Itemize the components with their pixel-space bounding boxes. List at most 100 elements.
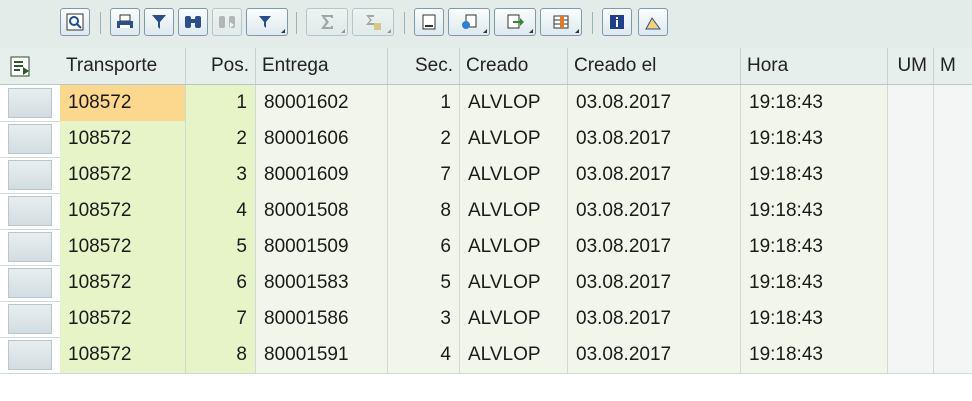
subtotal-button[interactable] — [352, 8, 394, 36]
cell-pos[interactable]: 7 — [186, 301, 256, 337]
col-header-transporte[interactable]: Transporte — [60, 48, 186, 84]
col-header-creado[interactable]: Creado — [460, 48, 568, 84]
select-all-icon[interactable] — [10, 56, 32, 78]
cell-entrega[interactable]: 80001583 — [256, 265, 388, 301]
cell-um[interactable] — [888, 301, 934, 337]
cell-um[interactable] — [888, 229, 934, 265]
col-header-entrega[interactable]: Entrega — [256, 48, 388, 84]
cell-pos[interactable]: 4 — [186, 193, 256, 229]
cell-sec[interactable]: 7 — [388, 157, 460, 193]
cell-transporte[interactable]: 108572 — [60, 301, 186, 337]
cell-hora[interactable]: 19:18:43 — [741, 157, 888, 193]
cell-creado-el[interactable]: 03.08.2017 — [568, 301, 741, 337]
views-button[interactable] — [448, 8, 490, 36]
cell-creado[interactable]: ALVLOP — [460, 85, 568, 121]
col-header-sec[interactable]: Sec. — [388, 48, 460, 84]
cell-um[interactable] — [888, 337, 934, 373]
cell-entrega[interactable]: 80001591 — [256, 337, 388, 373]
cell-pos[interactable]: 2 — [186, 121, 256, 157]
cell-creado[interactable]: ALVLOP — [460, 265, 568, 301]
cell-um[interactable] — [888, 121, 934, 157]
cell-m[interactable] — [934, 85, 972, 121]
cell-hora[interactable]: 19:18:43 — [741, 301, 888, 337]
cell-sec[interactable]: 8 — [388, 193, 460, 229]
find-button[interactable] — [178, 8, 208, 36]
cell-hora[interactable]: 19:18:43 — [741, 229, 888, 265]
row-selector[interactable] — [8, 124, 52, 154]
cell-creado[interactable]: ALVLOP — [460, 337, 568, 373]
cell-creado[interactable]: ALVLOP — [460, 193, 568, 229]
cell-creado-el[interactable]: 03.08.2017 — [568, 157, 741, 193]
cell-um[interactable] — [888, 193, 934, 229]
cell-pos[interactable]: 5 — [186, 229, 256, 265]
row-selector[interactable] — [8, 160, 52, 190]
cell-entrega[interactable]: 80001508 — [256, 193, 388, 229]
cell-hora[interactable]: 19:18:43 — [741, 121, 888, 157]
cell-creado[interactable]: ALVLOP — [460, 157, 568, 193]
find-next-button[interactable] — [212, 8, 242, 36]
cell-m[interactable] — [934, 301, 972, 337]
cell-creado[interactable]: ALVLOP — [460, 229, 568, 265]
cell-m[interactable] — [934, 157, 972, 193]
cell-creado-el[interactable]: 03.08.2017 — [568, 85, 741, 121]
export-button[interactable] — [494, 8, 536, 36]
cell-transporte[interactable]: 108572 — [60, 85, 186, 121]
cell-creado[interactable]: ALVLOP — [460, 121, 568, 157]
cell-um[interactable] — [888, 157, 934, 193]
cell-pos[interactable]: 8 — [186, 337, 256, 373]
cell-hora[interactable]: 19:18:43 — [741, 337, 888, 373]
cell-pos[interactable]: 6 — [186, 265, 256, 301]
cell-transporte[interactable]: 108572 — [60, 193, 186, 229]
cell-sec[interactable]: 1 — [388, 85, 460, 121]
col-header-um[interactable]: UM — [888, 48, 934, 84]
cell-m[interactable] — [934, 121, 972, 157]
cell-um[interactable] — [888, 85, 934, 121]
row-selector[interactable] — [8, 196, 52, 226]
print-button[interactable] — [414, 8, 444, 36]
cell-hora[interactable]: 19:18:43 — [741, 265, 888, 301]
cell-entrega[interactable]: 80001586 — [256, 301, 388, 337]
cell-pos[interactable]: 3 — [186, 157, 256, 193]
cell-m[interactable] — [934, 265, 972, 301]
row-selector[interactable] — [8, 304, 52, 334]
cell-entrega[interactable]: 80001509 — [256, 229, 388, 265]
cell-sec[interactable]: 2 — [388, 121, 460, 157]
layout-button[interactable] — [540, 8, 582, 36]
cell-sec[interactable]: 5 — [388, 265, 460, 301]
row-selector[interactable] — [8, 88, 52, 118]
total-button[interactable] — [306, 8, 348, 36]
row-selector[interactable] — [8, 268, 52, 298]
col-header-hora[interactable]: Hora — [741, 48, 888, 84]
cell-creado-el[interactable]: 03.08.2017 — [568, 193, 741, 229]
col-header-pos[interactable]: Pos. — [186, 48, 256, 84]
print-preview-button[interactable] — [110, 8, 140, 36]
cell-transporte[interactable]: 108572 — [60, 157, 186, 193]
cell-sec[interactable]: 3 — [388, 301, 460, 337]
graphic-button[interactable] — [638, 8, 668, 36]
cell-creado[interactable]: ALVLOP — [460, 301, 568, 337]
cell-m[interactable] — [934, 229, 972, 265]
cell-m[interactable] — [934, 337, 972, 373]
row-selector[interactable] — [8, 232, 52, 262]
cell-transporte[interactable]: 108572 — [60, 337, 186, 373]
cell-sec[interactable]: 6 — [388, 229, 460, 265]
row-selector[interactable] — [8, 340, 52, 370]
col-header-m[interactable]: M — [934, 48, 972, 84]
cell-creado-el[interactable]: 03.08.2017 — [568, 229, 741, 265]
cell-pos[interactable]: 1 — [186, 85, 256, 121]
cell-transporte[interactable]: 108572 — [60, 229, 186, 265]
info-button[interactable] — [602, 8, 632, 36]
cell-creado-el[interactable]: 03.08.2017 — [568, 121, 741, 157]
details-button[interactable] — [60, 8, 90, 36]
cell-hora[interactable]: 19:18:43 — [741, 85, 888, 121]
cell-um[interactable] — [888, 265, 934, 301]
cell-creado-el[interactable]: 03.08.2017 — [568, 337, 741, 373]
col-header-creado-el[interactable]: Creado el — [568, 48, 741, 84]
cell-sec[interactable]: 4 — [388, 337, 460, 373]
cell-transporte[interactable]: 108572 — [60, 265, 186, 301]
cell-hora[interactable]: 19:18:43 — [741, 193, 888, 229]
filter-set-button[interactable] — [144, 8, 174, 36]
cell-entrega[interactable]: 80001606 — [256, 121, 388, 157]
cell-transporte[interactable]: 108572 — [60, 121, 186, 157]
cell-m[interactable] — [934, 193, 972, 229]
